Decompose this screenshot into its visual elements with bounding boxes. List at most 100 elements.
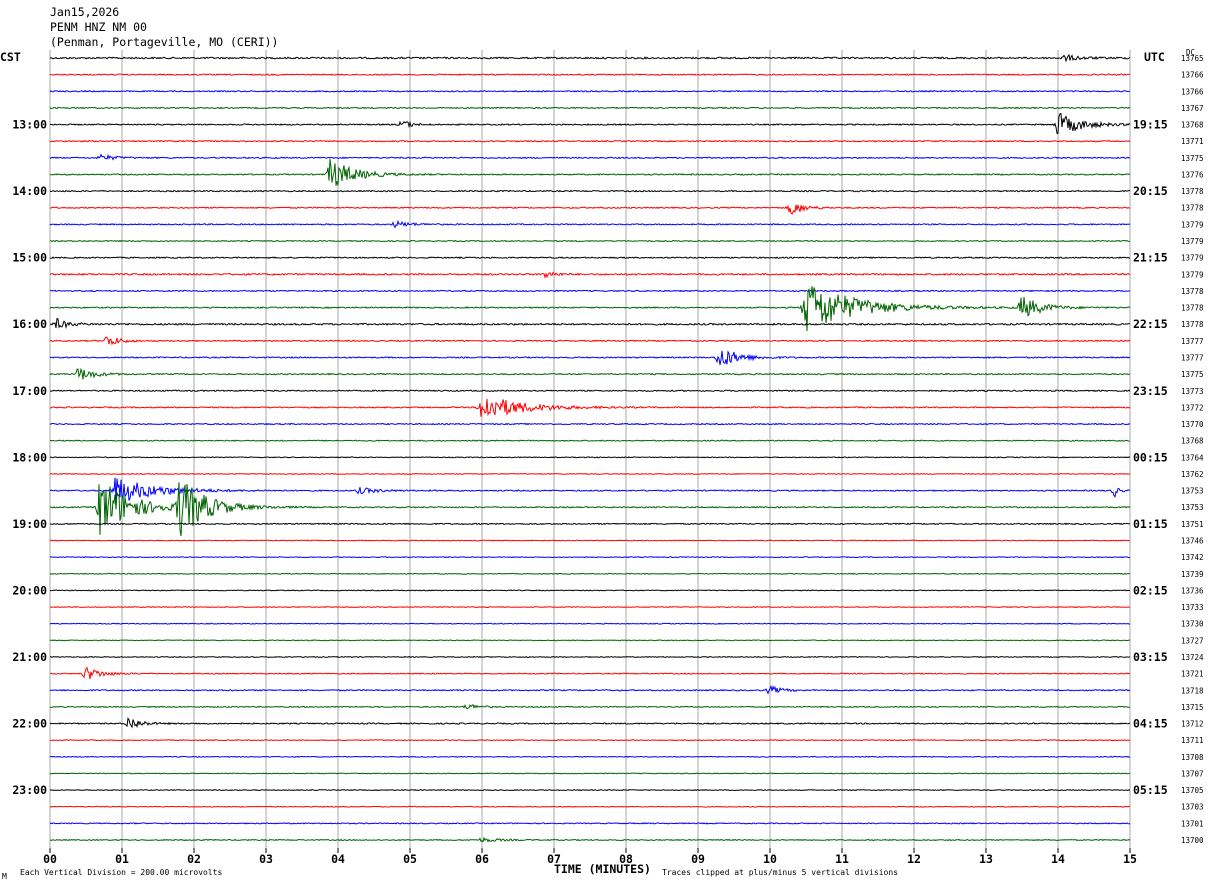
dc-offset-label: 13751: [1181, 520, 1204, 529]
trace-row-10: [49, 219, 1131, 229]
right-timezone-label: UTC: [1144, 50, 1165, 64]
trace-row-16: [49, 317, 1131, 330]
x-tick-label: 02: [187, 852, 201, 866]
dc-offset-label: 13771: [1181, 137, 1204, 146]
dc-offset-label: 13718: [1181, 686, 1204, 695]
dc-offset-label: 13739: [1181, 570, 1204, 579]
trace-row-28: [50, 522, 1131, 526]
utc-hour-label: 01:15: [1133, 517, 1168, 531]
dc-offset-label: 13753: [1181, 487, 1204, 496]
helicorder-plot: Jan15,2026 PENM HNZ NM 00 (Penman, Porta…: [0, 5, 1204, 881]
dc-offset-label: 13727: [1181, 636, 1204, 645]
utc-hour-label: 03:15: [1133, 650, 1168, 664]
cst-hour-label: 22:00: [12, 717, 47, 731]
corner-mark: M: [2, 872, 7, 881]
trace-row-24: [49, 456, 1131, 459]
dc-offset-label: 13770: [1181, 420, 1204, 429]
x-tick-label: 04: [331, 852, 345, 866]
trace-row-7: [49, 159, 1131, 186]
dc-offset-label: 13707: [1181, 769, 1204, 778]
utc-hour-label: 21:15: [1133, 251, 1168, 265]
trace-row-39: [49, 704, 1130, 710]
trace-row-26: [49, 477, 1131, 501]
trace-row-31: [49, 572, 1131, 575]
trace-row-33: [49, 606, 1131, 609]
dc-offset-label: 13772: [1181, 403, 1204, 412]
utc-hour-label: 19:15: [1133, 118, 1168, 132]
trace-row-32: [50, 589, 1131, 592]
x-tick-label: 00: [43, 852, 57, 866]
minute-gridlines: [49, 50, 1131, 848]
cst-hour-label: 17:00: [12, 384, 47, 398]
dc-offset-label: 13730: [1181, 620, 1204, 629]
trace-row-46: [49, 822, 1131, 825]
trace-row-11: [49, 239, 1131, 243]
utc-hour-label: 23:15: [1133, 384, 1168, 398]
trace-row-25: [49, 472, 1131, 475]
dc-offset-label: 13778: [1181, 287, 1204, 296]
x-tick-label: 03: [259, 852, 273, 866]
x-tick-label: 10: [763, 852, 777, 866]
cst-hour-label: 20:00: [12, 583, 47, 597]
trace-row-42: [49, 755, 1130, 758]
trace-row-43: [49, 772, 1131, 775]
utc-hour-label: 20:15: [1133, 184, 1168, 198]
trace-row-21: [49, 398, 1131, 417]
cst-hour-label: 15:00: [12, 251, 47, 265]
trace-row-13: [49, 271, 1131, 279]
x-tick-label: 01: [115, 852, 129, 866]
x-tick-label: 15: [1123, 852, 1137, 866]
trace-row-34: [49, 622, 1131, 625]
trace-row-3: [49, 106, 1131, 110]
clip-note: Traces clipped at plus/minus 5 vertical …: [662, 868, 898, 877]
trace-row-23: [49, 439, 1131, 442]
trace-row-9: [49, 204, 1131, 215]
dc-offset-label: 13733: [1181, 603, 1204, 612]
trace-row-20: [49, 389, 1131, 393]
dc-offset-label: 13746: [1181, 537, 1204, 546]
dc-offset-label: 13712: [1181, 720, 1204, 729]
trace-row-5: [49, 139, 1131, 143]
trace-row-44: [49, 789, 1131, 792]
trace-row-12: [50, 256, 1131, 260]
x-tick-label: 12: [907, 852, 921, 866]
trace-row-2: [49, 89, 1130, 93]
trace-row-18: [49, 350, 1131, 365]
cst-hour-label: 23:00: [12, 783, 47, 797]
dc-offset-label: 13778: [1181, 204, 1204, 213]
trace-row-22: [49, 422, 1131, 426]
utc-hour-labels: 19:15 20:15 21:15 22:15 23:15 00:15 01:15 02:15…: [1133, 118, 1168, 798]
cst-hour-label: 16:00: [12, 317, 47, 331]
scale-note: Each Vertical Division = 200.00 microvol…: [20, 868, 222, 877]
x-tick-label: 11: [835, 852, 849, 866]
dc-offset-label: 13779: [1181, 270, 1204, 279]
dc-offset-label: 13766: [1181, 71, 1204, 80]
station-label: PENM HNZ NM 00: [50, 20, 147, 34]
trace-row-0: [49, 53, 1131, 63]
dc-offset-label: 13775: [1181, 154, 1204, 163]
trace-row-30: [49, 556, 1130, 559]
utc-hour-label: 04:15: [1133, 717, 1168, 731]
trace-row-38: [49, 685, 1131, 695]
date-label: Jan15,2026: [50, 5, 119, 19]
dc-offset-label: 13775: [1181, 370, 1204, 379]
cst-hour-label: 18:00: [12, 450, 47, 464]
x-tick-label: 05: [403, 852, 417, 866]
dc-offset-label: 13766: [1181, 87, 1204, 96]
trace-row-41: [49, 739, 1131, 742]
dc-offset-label: 13776: [1181, 170, 1204, 179]
cst-hour-label: 21:00: [12, 650, 47, 664]
dc-offset-label: 13711: [1181, 736, 1204, 745]
trace-row-37: [50, 666, 1131, 680]
trace-row-1: [49, 73, 1131, 76]
dc-offset-label: 13764: [1181, 453, 1204, 462]
dc-offset-label: 13778: [1181, 187, 1204, 196]
dc-offset-label: 13742: [1181, 553, 1204, 562]
dc-offset-label: 13768: [1181, 437, 1204, 446]
dc-offset-label: 13779: [1181, 254, 1204, 263]
trace-row-36: [49, 655, 1131, 659]
cst-hour-label: 19:00: [12, 517, 47, 531]
trace-row-35: [49, 639, 1131, 642]
dc-offset-label: 13777: [1181, 353, 1204, 362]
x-tick-label: 09: [691, 852, 705, 866]
